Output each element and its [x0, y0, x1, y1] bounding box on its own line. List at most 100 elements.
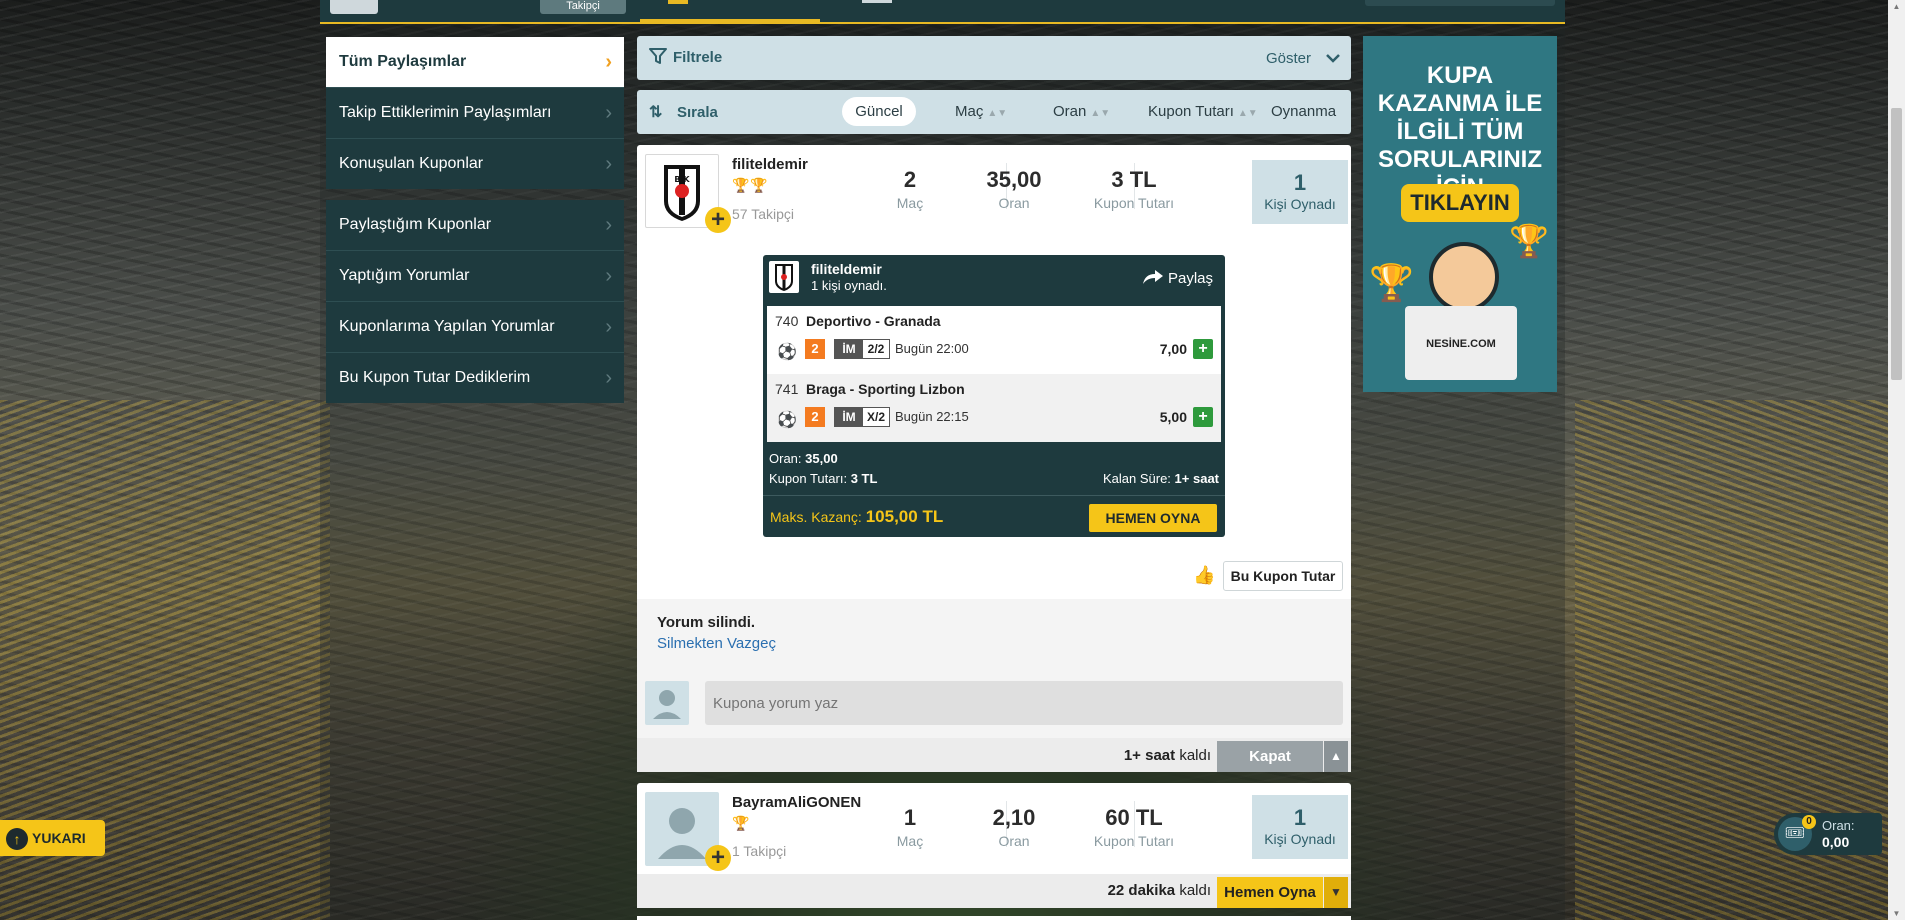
- will-win-button[interactable]: Bu Kupon Tutar: [1223, 561, 1343, 591]
- match-code: 740: [775, 313, 799, 329]
- sort-arrows-icon: ▲▼: [987, 108, 1008, 119]
- bet-pick: X/2: [863, 408, 889, 426]
- menu-item-discussed-coupons[interactable]: Konuşulan Kuponlar ›: [326, 139, 624, 189]
- menu-item-my-shared-coupons[interactable]: Paylaştığım Kuponlar ›: [326, 200, 624, 251]
- menu-item-my-comments[interactable]: Yaptığım Yorumlar ›: [326, 251, 624, 302]
- stat-odds: 35,00 Oran: [959, 167, 1069, 211]
- bet-slip-widget[interactable]: 🎟 0 Oran: 0,00: [1774, 813, 1882, 855]
- time-left-suffix: kaldı: [1179, 882, 1211, 899]
- coupon-detail: filiteldemir 1 kişi oynadı. Paylaş 740 D…: [763, 255, 1225, 537]
- played-count-box[interactable]: 1 Kişi Oynadı: [1252, 795, 1348, 859]
- left-menu: Tüm Paylaşımlar › Takip Ettiklerimin Pay…: [326, 37, 624, 414]
- chevron-right-icon: ›: [605, 367, 612, 389]
- followers-count: 1 Takipçi: [732, 843, 787, 859]
- stat-label: Maç: [896, 833, 924, 849]
- stat-value: 1: [903, 805, 917, 830]
- menu-item-all-shares[interactable]: Tüm Paylaşımlar ›: [326, 37, 624, 88]
- team-logo-small: [769, 261, 799, 293]
- scroll-down-arrow-icon[interactable]: ▼: [1888, 909, 1905, 918]
- share-label: Paylaş: [1167, 270, 1213, 287]
- sort-bar: ⇅ Sırala Güncel Maç ▲▼ Oran ▲▼ Kupon Tutar…: [637, 90, 1351, 134]
- chevron-right-icon: ›: [605, 51, 612, 73]
- trophy-icon: 🏆: [1369, 262, 1414, 303]
- divider: [763, 495, 1225, 496]
- bet-pick: 2/2: [863, 340, 889, 358]
- page-scrollbar[interactable]: ▲ ▼: [1888, 0, 1905, 920]
- max-win: Maks. Kazanç: 105,00 TL: [770, 507, 943, 527]
- scroll-to-top-button[interactable]: ↑ YUKARI: [0, 820, 105, 856]
- sort-option-played[interactable]: Oynanma: [1271, 103, 1336, 120]
- play-now-button[interactable]: Hemen Oyna: [1217, 877, 1323, 908]
- played-label: Kişi Oynadı: [1264, 196, 1336, 212]
- stat-match-count: 1 Maç: [855, 805, 965, 849]
- close-button[interactable]: Kapat: [1217, 741, 1323, 772]
- played-count-box[interactable]: 1 Kişi Oynadı: [1252, 160, 1348, 224]
- add-match-button[interactable]: +: [1193, 339, 1213, 359]
- sort-option-current[interactable]: Güncel: [842, 97, 916, 126]
- stat-value: 3 TL: [1111, 167, 1157, 192]
- comment-input[interactable]: [705, 681, 1343, 725]
- bet-type-label: İM: [835, 408, 863, 426]
- scroll-up-arrow-icon[interactable]: ▲: [1888, 2, 1905, 11]
- coupon-amount-label: Kupon Tutarı:: [769, 471, 848, 486]
- play-now-button[interactable]: HEMEN OYNA: [1089, 504, 1217, 532]
- time-left-value: 22 dakika: [1107, 882, 1176, 899]
- coupon-odds-label: Oran:: [769, 451, 802, 466]
- sort-option-match[interactable]: Maç ▲▼: [955, 103, 1007, 120]
- stat-value: 35,00: [986, 167, 1042, 192]
- menu-item-label: Bu Kupon Tutar Dediklerim: [339, 369, 531, 386]
- chevron-right-icon: ›: [605, 265, 612, 287]
- coupon-amount-value: 3 TL: [850, 471, 878, 486]
- top-right-box[interactable]: [1365, 0, 1555, 6]
- sort-option-odds[interactable]: Oran ▲▼: [1053, 103, 1110, 120]
- stat-label: Kupon Tutarı: [1093, 195, 1175, 211]
- user-avatar[interactable]: [330, 0, 378, 14]
- match-time: Bugün 22:15: [895, 409, 969, 424]
- comment-deleted-text: Yorum silindi.: [657, 614, 756, 631]
- filter-bar[interactable]: Filtrele Göster: [637, 36, 1351, 80]
- ad-banner[interactable]: KUPA KAZANMA İLE İLGİLİ TÜM SORULARINIZ …: [1363, 36, 1557, 392]
- played-value: 1: [1293, 805, 1307, 830]
- stat-value: 2,10: [992, 805, 1036, 830]
- followers-button[interactable]: Takipçi: [540, 0, 626, 14]
- show-filters-label[interactable]: Göster: [1266, 50, 1311, 67]
- ad-cta-button[interactable]: TIKLAYIN: [1401, 184, 1519, 222]
- ad-headline: KUPA KAZANMA İLE İLGİLİ TÜM SORULARINIZ …: [1377, 62, 1543, 201]
- trophy-icon: 🏆🏆: [732, 177, 769, 193]
- menu-item-will-win-coupons[interactable]: Bu Kupon Tutar Dediklerim ›: [326, 353, 624, 403]
- stat-value: 2: [903, 167, 917, 192]
- username[interactable]: filiteldemir: [732, 156, 808, 173]
- share-button[interactable]: Paylaş: [1142, 269, 1213, 287]
- coupon-username[interactable]: filiteldemir: [811, 261, 882, 277]
- filter-label: Filtrele: [673, 49, 723, 66]
- match-teams[interactable]: Deportivo - Granada: [806, 313, 941, 329]
- match-row: 741 Braga - Sporting Lizbon ⚽ 2 İM X/2 B…: [767, 374, 1221, 442]
- stat-value: 60 TL: [1105, 805, 1163, 830]
- cart-count-badge: 0: [1802, 815, 1816, 829]
- menu-item-comments-on-my-coupons[interactable]: Kuponlarıma Yapılan Yorumlar ›: [326, 302, 624, 353]
- follow-plus-icon[interactable]: +: [705, 207, 731, 233]
- follow-plus-icon[interactable]: +: [705, 845, 731, 871]
- chevron-down-icon[interactable]: [1325, 49, 1341, 67]
- card-footer: 1+ saat kaldı Kapat ▲: [637, 738, 1351, 772]
- match-teams[interactable]: Braga - Sporting Lizbon: [806, 381, 965, 397]
- sort-arrows-icon: ▲▼: [1090, 108, 1111, 119]
- sort-option-amount[interactable]: Kupon Tutarı ▲▼: [1148, 103, 1258, 120]
- username[interactable]: BayramAliGONEN: [732, 794, 861, 811]
- menu-item-label: Yaptığım Yorumlar: [339, 267, 470, 284]
- tab-icon-active[interactable]: [668, 0, 688, 4]
- menu-item-following-shares[interactable]: Takip Ettiklerimin Paylaşımları ›: [326, 88, 624, 139]
- thumbs-up-icon[interactable]: 👍: [1193, 565, 1215, 586]
- soccer-ball-icon: ⚽: [777, 344, 797, 361]
- chevron-up-icon[interactable]: ▲: [1324, 741, 1348, 772]
- menu-item-label: Konuşulan Kuponlar: [339, 155, 484, 172]
- coupon-amount: Kupon Tutarı: 3 TL: [769, 471, 877, 486]
- sort-label: Sırala: [677, 104, 718, 121]
- coupon-odds-value: 35,00: [805, 451, 838, 466]
- followers-count: 57 Takipçi: [732, 206, 795, 222]
- scrollbar-thumb[interactable]: [1891, 108, 1902, 380]
- undo-delete-link[interactable]: Silmekten Vazgeç: [657, 635, 776, 652]
- add-match-button[interactable]: +: [1193, 407, 1213, 427]
- tab-icon[interactable]: [862, 0, 892, 3]
- chevron-down-icon[interactable]: ▼: [1324, 877, 1348, 908]
